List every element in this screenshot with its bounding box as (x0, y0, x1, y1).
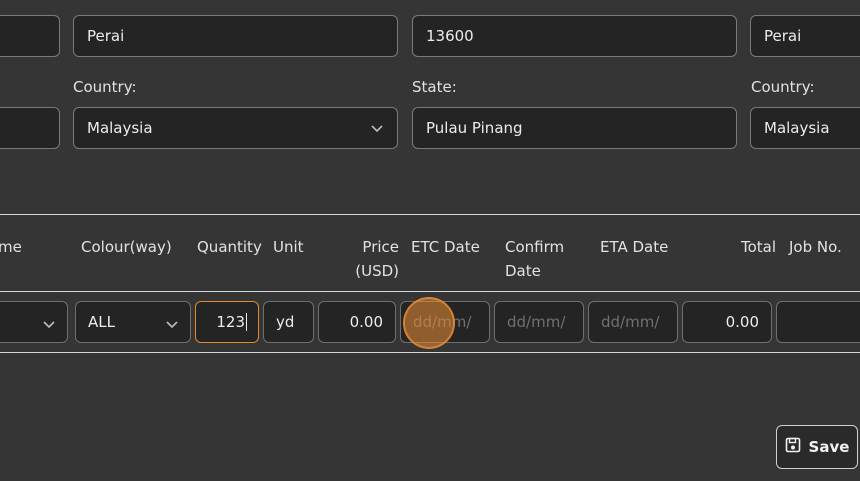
state-label: State: (412, 78, 457, 96)
header-name: me (0, 238, 22, 256)
chevron-down-icon (166, 316, 178, 329)
city-value: Perai (87, 27, 125, 45)
colourway-value: ALL (88, 313, 115, 331)
save-label: Save (808, 438, 850, 456)
click-indicator (403, 297, 455, 349)
country-label: Country: (73, 78, 137, 96)
header-total: Total (741, 238, 777, 256)
right-country-label: Country: (751, 78, 815, 96)
header-price-line1: Price (362, 238, 399, 256)
confirm-date-input[interactable]: dd/mm/ (494, 301, 584, 343)
header-confirm-date: Confirm Date (505, 235, 564, 283)
right-country-value: Malaysia (764, 119, 830, 137)
table-header-border (0, 291, 860, 292)
right-city-input[interactable]: Perai (750, 15, 860, 57)
unit-value: yd (276, 313, 295, 331)
header-colourway: Colour(way) (81, 238, 172, 256)
header-quantity: Quantity (197, 238, 262, 256)
table-top-border (0, 214, 860, 215)
colourway-select[interactable]: ALL (75, 301, 191, 343)
quantity-value: 123 (216, 313, 245, 331)
header-eta-date: ETA Date (600, 238, 669, 256)
header-confirm-line2: Date (505, 262, 541, 280)
chevron-down-icon (43, 316, 55, 329)
eta-date-placeholder: dd/mm/ (601, 313, 660, 331)
state-input[interactable]: Pulau Pinang (412, 107, 737, 149)
left-field-top[interactable] (0, 15, 60, 57)
save-button[interactable]: Save (776, 425, 858, 469)
state-value: Pulau Pinang (426, 119, 523, 137)
header-etc-date: ETC Date (411, 238, 480, 256)
price-value: 0.00 (349, 313, 383, 331)
country-value: Malaysia (87, 119, 153, 137)
total-input[interactable]: 0.00 (682, 301, 772, 343)
right-city-value: Perai (764, 27, 802, 45)
country-select[interactable]: Malaysia (73, 107, 398, 149)
name-select[interactable] (0, 301, 68, 343)
postcode-input[interactable]: 13600 (412, 15, 737, 57)
header-unit: Unit (273, 238, 304, 256)
header-price: Price (USD) (340, 235, 399, 283)
price-input[interactable]: 0.00 (318, 301, 396, 343)
postcode-value: 13600 (426, 27, 474, 45)
right-country-select[interactable]: Malaysia (750, 107, 860, 149)
table-bottom-border (0, 352, 860, 353)
total-value: 0.00 (725, 313, 759, 331)
quantity-input[interactable]: 123 (195, 301, 259, 343)
confirm-date-placeholder: dd/mm/ (507, 313, 566, 331)
unit-input[interactable]: yd (263, 301, 314, 343)
header-price-line2: (USD) (355, 262, 399, 280)
floppy-disk-icon (785, 437, 801, 457)
eta-date-input[interactable]: dd/mm/ (588, 301, 678, 343)
text-caret (246, 313, 247, 331)
city-input[interactable]: Perai (73, 15, 398, 57)
chevron-down-icon (371, 122, 383, 134)
header-job-no: Job No. (789, 238, 842, 256)
left-field-bottom[interactable] (0, 107, 60, 149)
header-confirm-line1: Confirm (505, 238, 565, 256)
job-no-input[interactable] (776, 301, 860, 343)
